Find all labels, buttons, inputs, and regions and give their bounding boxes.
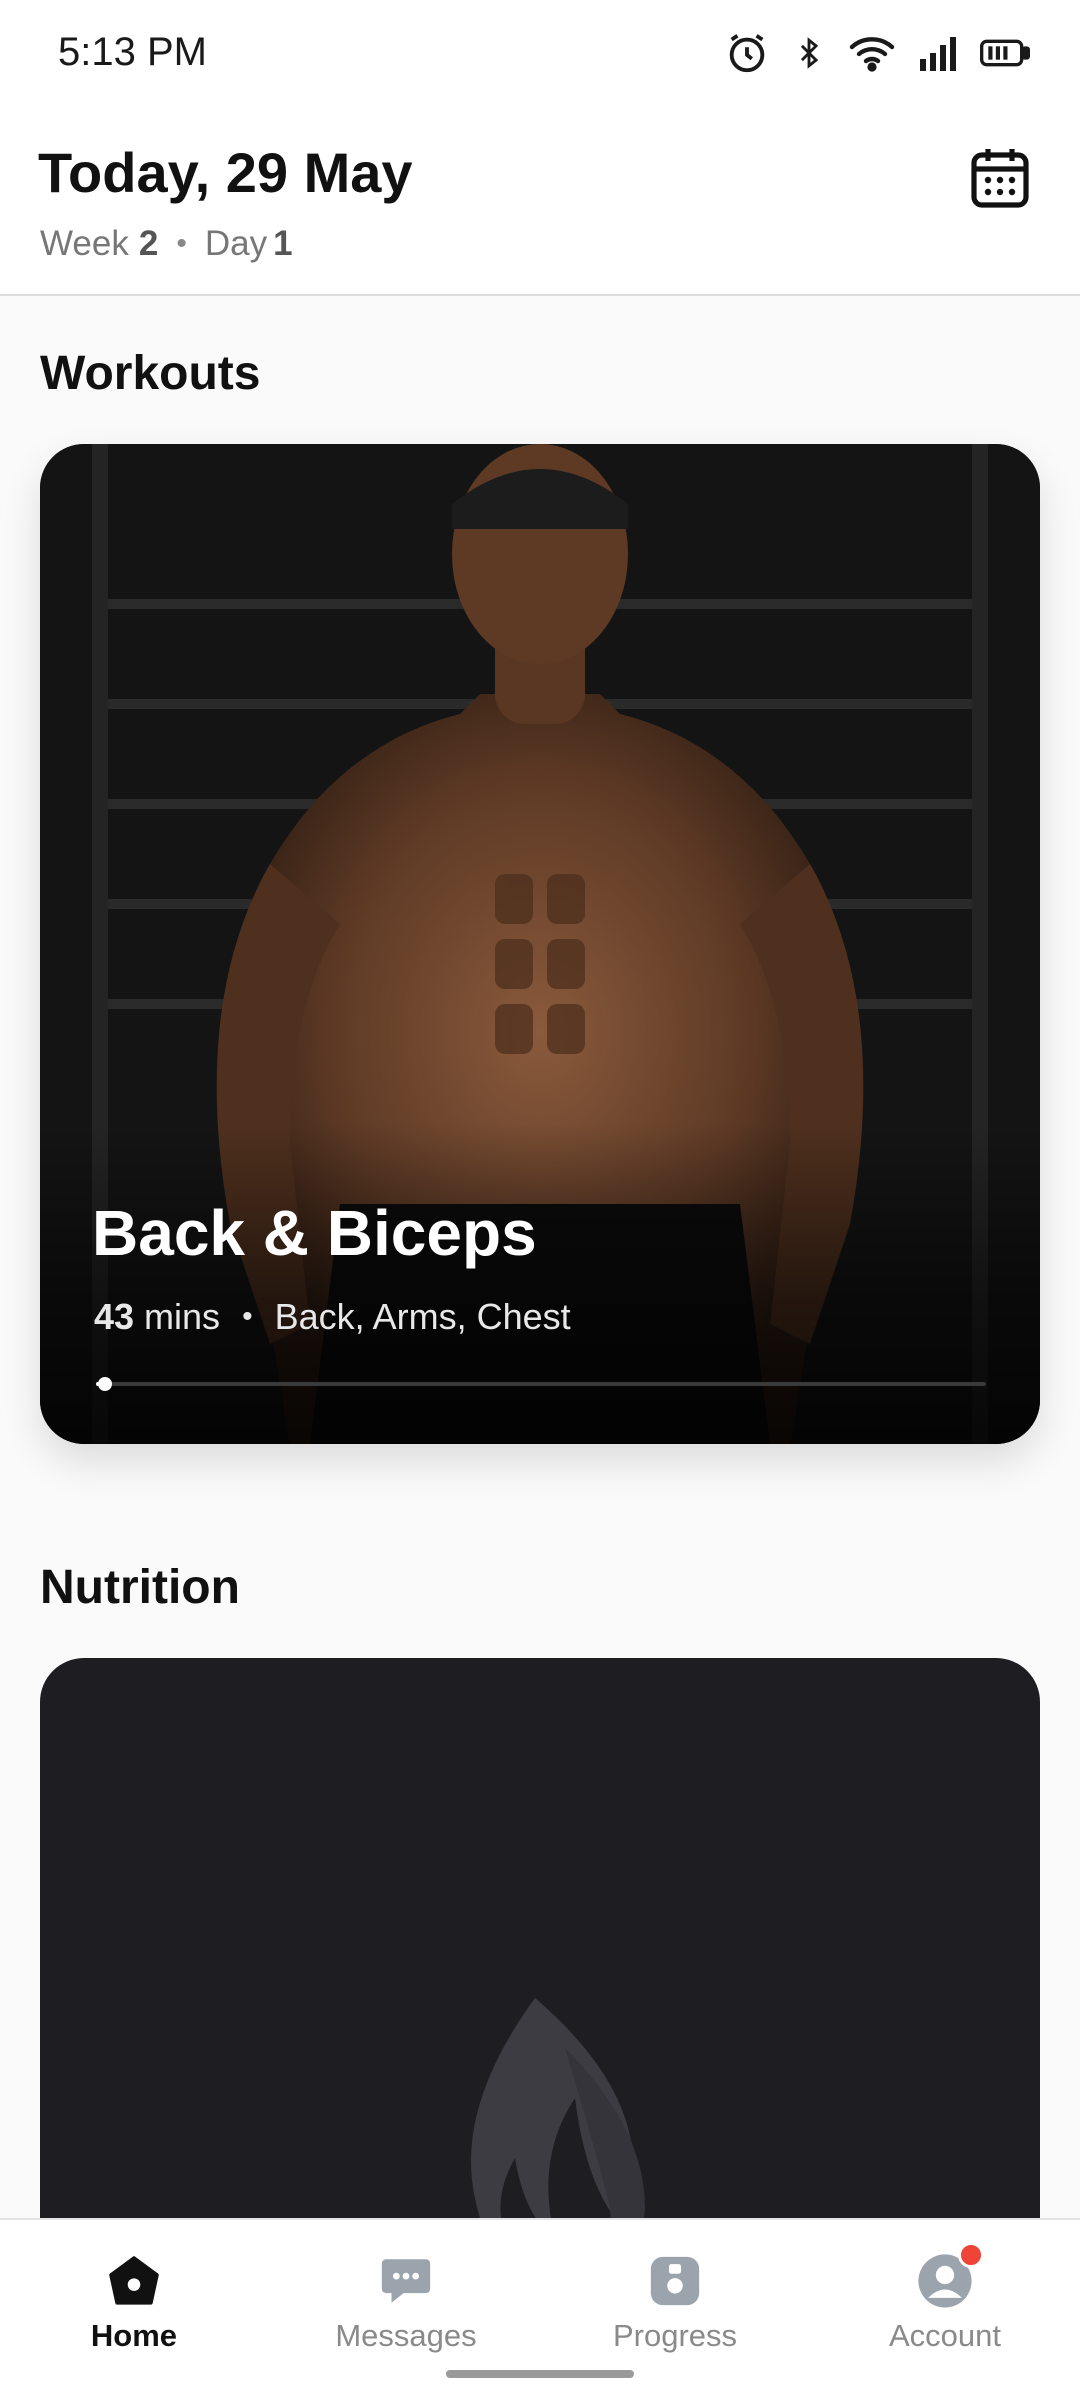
workout-meta: 43 mins • Back, Arms, Chest [94, 1296, 571, 1338]
notification-badge [958, 2242, 984, 2268]
nav-account[interactable]: Account [835, 2234, 1055, 2364]
calendar-icon [971, 149, 1029, 208]
day-value: 1 [273, 224, 293, 263]
week-day-info: Week 2 • Day 1 [40, 224, 293, 264]
separator-dot: • [176, 227, 187, 260]
workout-muscles: Back, Arms, Chest [274, 1296, 571, 1337]
nav-messages-label: Messages [335, 2318, 477, 2353]
home-icon [109, 2256, 159, 2305]
nav-account-label: Account [888, 2318, 1001, 2353]
battery-icon [980, 39, 1030, 67]
workout-progress-bar [96, 1377, 986, 1391]
status-time: 5:13 PM [58, 30, 207, 74]
workout-progress-knob [98, 1377, 112, 1391]
signal-icon [920, 37, 956, 71]
week-value: 2 [138, 224, 159, 263]
nutrition-section-title: Nutrition [40, 1561, 240, 1614]
status-icons [724, 30, 1030, 76]
home-screen: 5:13 PM Today, 29 May Week 2 • Day 1 Wor… [0, 0, 1080, 2400]
card-overlay [40, 1124, 1040, 1444]
progress-icon [650, 2256, 700, 2306]
nav-progress-label: Progress [612, 2318, 738, 2353]
page-title: Today, 29 May [38, 141, 413, 204]
wifi-icon [849, 37, 895, 72]
bluetooth-icon [800, 37, 819, 69]
workout-duration-value: 43 [94, 1296, 135, 1337]
workout-duration-unit: mins [144, 1296, 221, 1337]
nav-progress[interactable]: Progress [565, 2234, 785, 2364]
calendar-button[interactable] [970, 145, 1030, 209]
account-icon-wrapper [916, 2242, 984, 2310]
separator-dot: • [242, 1300, 253, 1333]
alarm-icon [729, 34, 765, 73]
messages-icon [381, 2259, 431, 2303]
page-header: Today, 29 May Week 2 • Day 1 [0, 110, 1080, 296]
week-label: Week [40, 224, 129, 263]
workout-title: Back & Biceps [92, 1197, 537, 1269]
nav-home[interactable]: Home [24, 2234, 244, 2364]
workouts-section-title: Workouts [40, 347, 261, 400]
status-bar: 5:13 PM [0, 0, 1080, 110]
nav-home-label: Home [90, 2318, 178, 2353]
workout-card[interactable]: Back & Biceps 43 mins • Back, Arms, Ches… [40, 444, 1040, 1444]
nav-messages[interactable]: Messages [296, 2234, 516, 2364]
day-label: Day [204, 224, 268, 263]
home-indicator[interactable] [446, 2370, 634, 2378]
